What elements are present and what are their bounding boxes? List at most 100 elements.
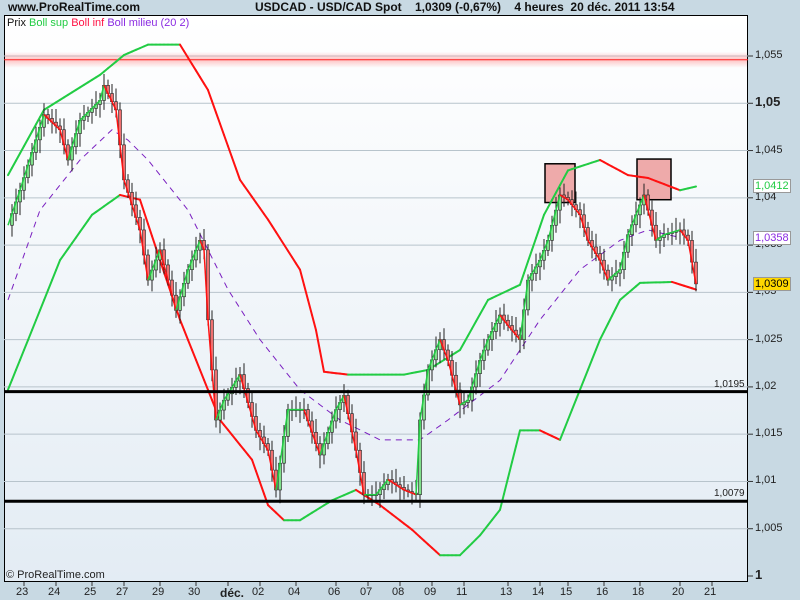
boll-inf-segment — [83, 219, 89, 228]
x-tick-label: 25 — [84, 586, 97, 598]
boll-sup-segment — [207, 89, 213, 103]
boll-inf-segment — [187, 338, 193, 351]
boll-inf-segment — [79, 225, 85, 233]
x-tick-label: 07 — [360, 586, 373, 598]
boll-sup-segment — [31, 123, 37, 133]
boll-inf-segment — [611, 306, 617, 317]
boll-inf-segment — [15, 358, 21, 371]
boll-inf-segment — [23, 339, 29, 352]
x-tick-label: 24 — [48, 586, 61, 598]
x-tick-label: 11 — [456, 586, 468, 598]
boll-inf-segment — [503, 477, 509, 495]
boll-sup-segment — [319, 349, 325, 373]
boll-inf-segment — [571, 398, 577, 411]
x-tick-label: 14 — [532, 586, 545, 598]
boll-sup-segment — [287, 249, 293, 259]
boll-sup-segment — [243, 184, 249, 193]
boll-inf-segment — [507, 461, 513, 480]
boll-inf-segment — [203, 378, 209, 391]
boll-inf-segment — [11, 368, 17, 381]
boll-sup-segment — [239, 178, 245, 187]
y-tick-label: 1,055 — [755, 49, 783, 61]
boll-inf-segment — [587, 358, 593, 371]
boll-sup-segment — [267, 218, 273, 227]
boll-sup-segment — [691, 185, 697, 189]
x-tick-label: 04 — [288, 586, 301, 598]
boll-sup-segment — [271, 224, 277, 234]
boll-sup-segment — [19, 145, 25, 155]
boll-inf-segment — [583, 368, 589, 381]
boll-sup-segment — [7, 166, 13, 177]
x-tick-label: 20 — [672, 586, 685, 598]
boll-sup-segment — [215, 111, 221, 125]
x-tick-label: 29 — [152, 586, 165, 598]
boll-sup-segment — [531, 237, 537, 251]
boll-inf-segment — [43, 289, 49, 302]
boll-sup-segment — [227, 145, 233, 159]
boll-sup-segment — [311, 314, 317, 332]
y-tick-label: 1,05 — [755, 94, 781, 110]
copyright: © ProRealTime.com — [6, 569, 105, 581]
boll-sup-segment — [291, 256, 297, 265]
boll-inf-segment — [27, 329, 33, 342]
boll-sup-segment — [527, 248, 533, 263]
boll-inf-segment — [563, 418, 569, 431]
y-tick-label: 1,015 — [755, 427, 783, 440]
boll-inf-segment — [191, 348, 197, 361]
boll-inf-segment — [55, 259, 61, 272]
x-tick-label: 16 — [596, 586, 609, 598]
boll-sup-segment — [11, 159, 17, 169]
boll-inf-segment — [139, 198, 145, 213]
x-tick-label: 09 — [424, 586, 437, 598]
x-tick-label: 06 — [328, 586, 341, 598]
x-tick-label: 30 — [188, 586, 201, 598]
boll-inf-segment — [143, 210, 149, 225]
boll-sup-segment — [231, 156, 237, 170]
boll-inf-segment — [63, 247, 69, 256]
boll-inf-segment — [59, 253, 65, 262]
boll-sup-segment — [35, 116, 41, 126]
boll-sup-segment — [475, 313, 481, 323]
boll-inf-segment — [39, 299, 45, 312]
y-tick-label: 1,02 — [755, 379, 777, 392]
boll-inf-segment — [31, 319, 37, 332]
boll-sup-segment — [179, 43, 185, 53]
boll-sup-segment — [23, 137, 29, 148]
boll-inf-segment — [19, 349, 25, 361]
boll-inf-segment — [47, 279, 53, 292]
boll-inf-segment — [199, 368, 205, 381]
y-tick-label: 1,01 — [755, 474, 777, 487]
boll-sup-segment — [307, 298, 313, 317]
boll-sup-segment — [15, 152, 21, 162]
boll-sup-segment — [199, 76, 205, 85]
x-tick-label: 13 — [500, 586, 513, 598]
x-tick-label: déc. — [220, 586, 245, 600]
x-tick-label: 18 — [632, 586, 645, 598]
boll-sup-segment — [223, 133, 229, 148]
boll-sup-segment — [519, 272, 525, 286]
boll-inf-segment — [51, 269, 57, 282]
boll-sup-segment — [315, 329, 321, 352]
boll-inf-segment — [615, 298, 621, 309]
boll-sup-segment — [543, 206, 549, 216]
boll-inf-segment — [595, 338, 601, 351]
boll-inf-segment — [599, 330, 605, 341]
boll-sup-segment — [219, 122, 225, 136]
chart-svg — [4, 43, 753, 586]
boll-sup-segment — [471, 320, 477, 330]
boll-inf-segment — [151, 235, 157, 250]
last-value-boll-milieu: 1,0358 — [753, 230, 791, 245]
last-value-price: 1,0309 — [753, 276, 791, 291]
boll-inf-segment — [607, 314, 613, 325]
x-tick-label: 15 — [560, 586, 573, 598]
boll-sup-segment — [483, 298, 489, 309]
boll-sup-segment — [235, 167, 241, 181]
boll-inf-segment — [35, 309, 41, 322]
boll-inf-segment — [7, 378, 13, 391]
boll-inf-segment — [179, 318, 185, 331]
boll-sup-segment — [467, 327, 473, 337]
boll-inf-segment — [259, 481, 265, 495]
x-tick-label: 08 — [392, 586, 405, 598]
boll-inf-segment — [559, 428, 565, 441]
boll-inf-segment — [195, 358, 201, 371]
